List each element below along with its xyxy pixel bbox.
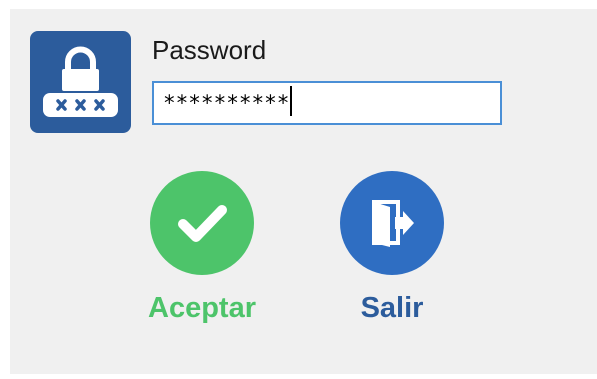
password-value: ********** — [163, 91, 290, 115]
login-dialog: Password ********** Aceptar Salir — [10, 9, 597, 374]
accept-circle[interactable] — [150, 171, 254, 275]
accept-button[interactable]: Aceptar — [137, 171, 267, 325]
password-label: Password — [152, 35, 267, 65]
accept-label[interactable]: Aceptar — [137, 292, 267, 325]
exit-circle[interactable] — [340, 171, 444, 275]
exit-label[interactable]: Salir — [327, 292, 457, 325]
lock-password-icon — [30, 31, 131, 133]
text-caret — [290, 86, 293, 116]
password-field[interactable]: ********** — [152, 81, 502, 125]
exit-door-icon — [372, 200, 414, 247]
checkmark-icon — [178, 205, 227, 242]
exit-button[interactable]: Salir — [327, 171, 457, 325]
